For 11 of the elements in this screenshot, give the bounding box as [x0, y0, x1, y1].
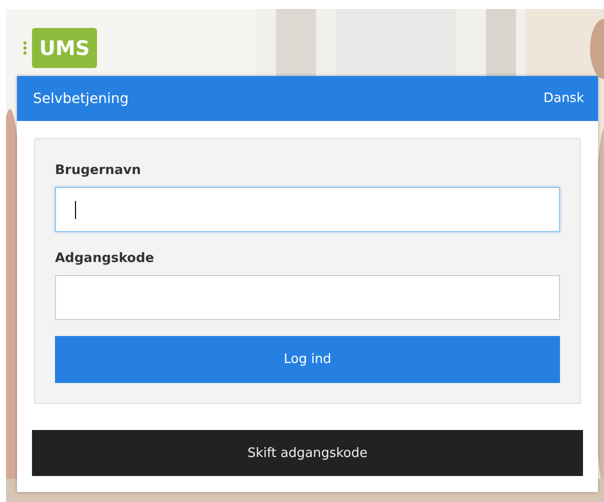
- input-field[interactable]: [55, 187, 560, 232]
- language-link[interactable]: Dansk: [543, 91, 584, 106]
- header-title: Selvbetjening: [33, 90, 129, 106]
- login-button[interactable]: Log ind: [55, 336, 560, 383]
- input-field[interactable]: [55, 275, 560, 320]
- logo: UMS: [32, 28, 97, 68]
- field-label: Adgangskode: [55, 251, 156, 266]
- dots-icon: [23, 41, 27, 55]
- text-cursor: [75, 200, 76, 218]
- field-label: Brugernavn: [55, 163, 142, 178]
- change-password-button[interactable]: Skift adgangskode: [32, 430, 583, 476]
